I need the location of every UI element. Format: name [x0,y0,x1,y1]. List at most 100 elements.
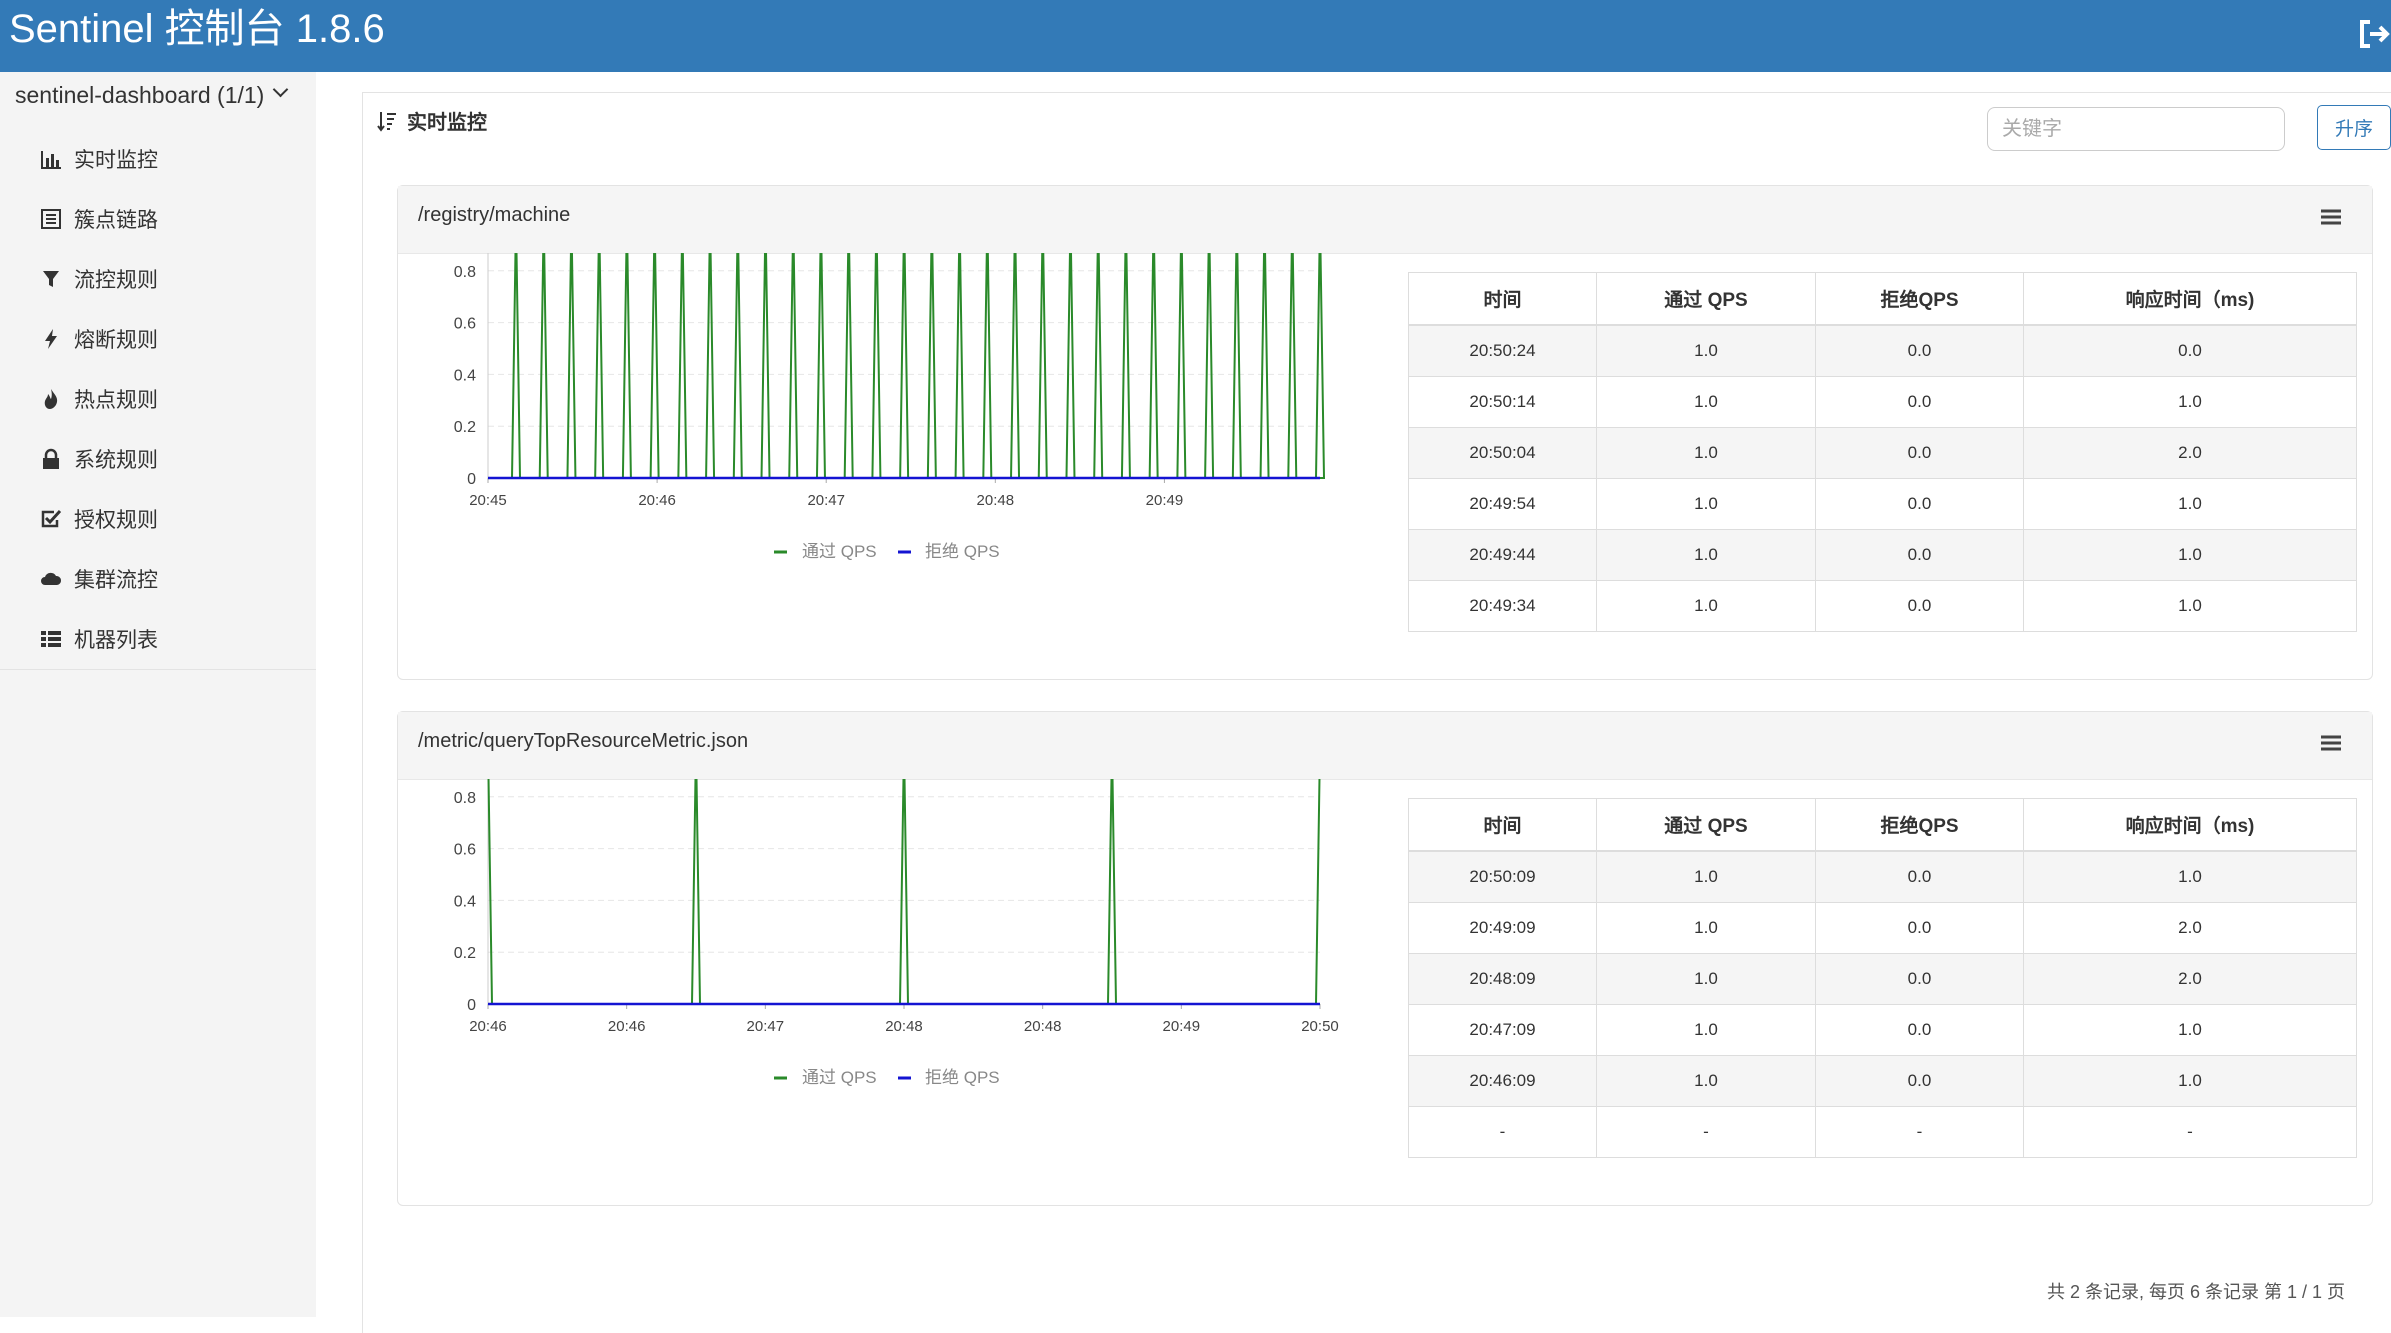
cell-block-qps: 0.0 [1815,1004,2024,1056]
cell-rt: 1.0 [2023,529,2357,581]
col-header-rt: 响应时间（ms) [2023,798,2357,852]
cell-rt: 1.0 [2023,850,2357,903]
cloud-icon [41,572,62,585]
cell-time: 20:49:34 [1408,580,1597,632]
col-header-block-qps: 拒绝QPS [1815,798,2024,852]
qps-line-chart: 10.80.60.40.2020:4620:4620:4720:4820:482… [454,779,1339,1087]
app-selector-count: (1/1) [217,82,265,108]
sidebar-item-cluster-link[interactable]: 簇点链路 [40,199,158,239]
qps-line-chart: 10.80.60.40.2020:4520:4620:4720:4820:49通… [454,253,1326,561]
search-input[interactable] [1987,107,2285,151]
y-tick-label: 0.2 [454,945,476,962]
x-tick-label: 20:47 [747,1018,785,1035]
table-row: 20:50:14 1.0 0.0 1.0 [1408,376,2357,428]
x-tick-label: 20:45 [469,492,507,509]
cell-time: 20:50:09 [1408,850,1597,903]
pagination-summary: 共 2 条记录, 每页 6 条记录 第 1 / 1 页 [2047,1282,2346,1302]
col-header-pass-qps: 通过 QPS [1596,272,1816,326]
top-navbar: Sentinel 控制台 1.8.6 [0,0,2391,72]
resource-card-registry-machine: /registry/machine 10.80.60.40.2020:4520:… [397,185,2373,680]
table-row: 20:50:24 1.0 0.0 0.0 [1408,324,2357,377]
resource-name: /metric/queryTopResourceMetric.json [418,730,749,752]
sidebar-item-hotspot-rules[interactable]: 热点规则 [40,379,158,419]
cell-pass-qps: 1.0 [1596,953,1816,1005]
cell-block-qps: 0.0 [1815,478,2024,530]
x-tick-label: 20:46 [469,1018,507,1035]
sidebar-divider [0,669,316,670]
sidebar-item-system-rules[interactable]: 系统规则 [40,439,158,479]
sidebar-item-cluster-flow[interactable]: 集群流控 [40,559,158,599]
cell-pass-qps: 1.0 [1596,580,1816,632]
y-tick-label: 0.4 [454,893,476,910]
sort-ascending-button[interactable]: 升序 [2317,105,2391,150]
sidebar-item-machine-list[interactable]: 机器列表 [40,619,158,659]
y-tick-label: 0 [467,471,476,488]
table-row: 20:49:44 1.0 0.0 1.0 [1408,529,2357,581]
cell-rt: 1.0 [2023,1004,2357,1056]
x-tick-label: 20:47 [807,492,845,509]
lock-icon [43,448,59,469]
sidebar-item-label: 簇点链路 [74,209,158,232]
app-title[interactable]: Sentinel 控制台 1.8.6 [9,4,385,54]
metric-table: 时间 通过 QPS 拒绝QPS 响应时间（ms) 20:50:09 1.0 0.0 1… [1408,798,2357,1158]
menu-icon[interactable] [2321,208,2341,226]
menu-icon[interactable] [2321,734,2341,752]
app-selector[interactable]: sentinel-dashboard (1/1) [15,81,288,109]
cell-rt: 1.0 [2023,1055,2357,1107]
table-row: 20:50:04 1.0 0.0 2.0 [1408,427,2357,479]
cell-rt: 1.0 [2023,376,2357,428]
x-tick-label: 20:48 [885,1018,923,1035]
y-tick-label: 0.8 [454,264,476,281]
cell-block-qps: 0.0 [1815,1055,2024,1107]
cell-pass-qps: - [1596,1106,1816,1158]
sidebar-item-label: 实时监控 [74,149,158,172]
cell-rt: - [2023,1106,2357,1158]
col-header-rt: 响应时间（ms) [2023,272,2357,326]
sidebar-item-flow-rules[interactable]: 流控规则 [40,259,158,299]
col-header-block-qps: 拒绝QPS [1815,272,2024,326]
legend-label-pass: 通过 QPS [802,1068,877,1087]
cell-block-qps: 0.0 [1815,902,2024,954]
x-tick-label: 20:48 [977,492,1015,509]
y-tick-label: 0.8 [454,790,476,807]
cell-time: 20:50:04 [1408,427,1597,479]
cell-pass-qps: 1.0 [1596,850,1816,903]
legend-label-block: 拒绝 QPS [925,1068,1000,1087]
cell-rt: 1.0 [2023,580,2357,632]
cell-pass-qps: 1.0 [1596,902,1816,954]
legend-label-block: 拒绝 QPS [925,542,1000,561]
cell-time: 20:48:09 [1408,953,1597,1005]
cell-time: 20:47:09 [1408,1004,1597,1056]
resource-name: /registry/machine [418,204,571,226]
bar-chart-icon [41,151,61,169]
cell-block-qps: 0.0 [1815,427,2024,479]
sign-out-icon[interactable] [2356,14,2391,54]
cell-time: 20:49:44 [1408,529,1597,581]
cell-pass-qps: 1.0 [1596,478,1816,530]
sidebar-item-label: 机器列表 [74,629,158,652]
sidebar-item-label: 熔断规则 [74,329,158,352]
sidebar-item-label: 系统规则 [74,449,158,472]
table-row: 20:49:54 1.0 0.0 1.0 [1408,478,2357,530]
sort-amount-icon [377,111,396,132]
legend-label-pass: 通过 QPS [802,542,877,561]
y-tick-label: 0.2 [454,419,476,436]
x-tick-label: 20:46 [608,1018,646,1035]
sidebar-item-authority-rules[interactable]: 授权规则 [40,499,158,539]
cell-rt: 1.0 [2023,478,2357,530]
sidebar-item-label: 集群流控 [74,569,158,592]
sidebar-item-label: 授权规则 [74,509,158,532]
sidebar-item-degrade-rules[interactable]: 熔断规则 [40,319,158,359]
chart-legend: 通过 QPS 拒绝 QPS [774,1068,1000,1087]
col-header-pass-qps: 通过 QPS [1596,798,1816,852]
cell-pass-qps: 1.0 [1596,376,1816,428]
pass-qps-series-line [488,253,1326,479]
cell-block-qps: 0.0 [1815,324,2024,377]
card-header: /metric/queryTopResourceMetric.json [398,712,2372,780]
col-header-time: 时间 [1408,272,1597,326]
sidebar-item-realtime-monitor[interactable]: 实时监控 [40,139,158,179]
x-tick-label: 20:49 [1146,492,1184,509]
cell-pass-qps: 1.0 [1596,529,1816,581]
app-selector-name: sentinel-dashboard [15,82,211,108]
flash-icon [45,329,57,349]
